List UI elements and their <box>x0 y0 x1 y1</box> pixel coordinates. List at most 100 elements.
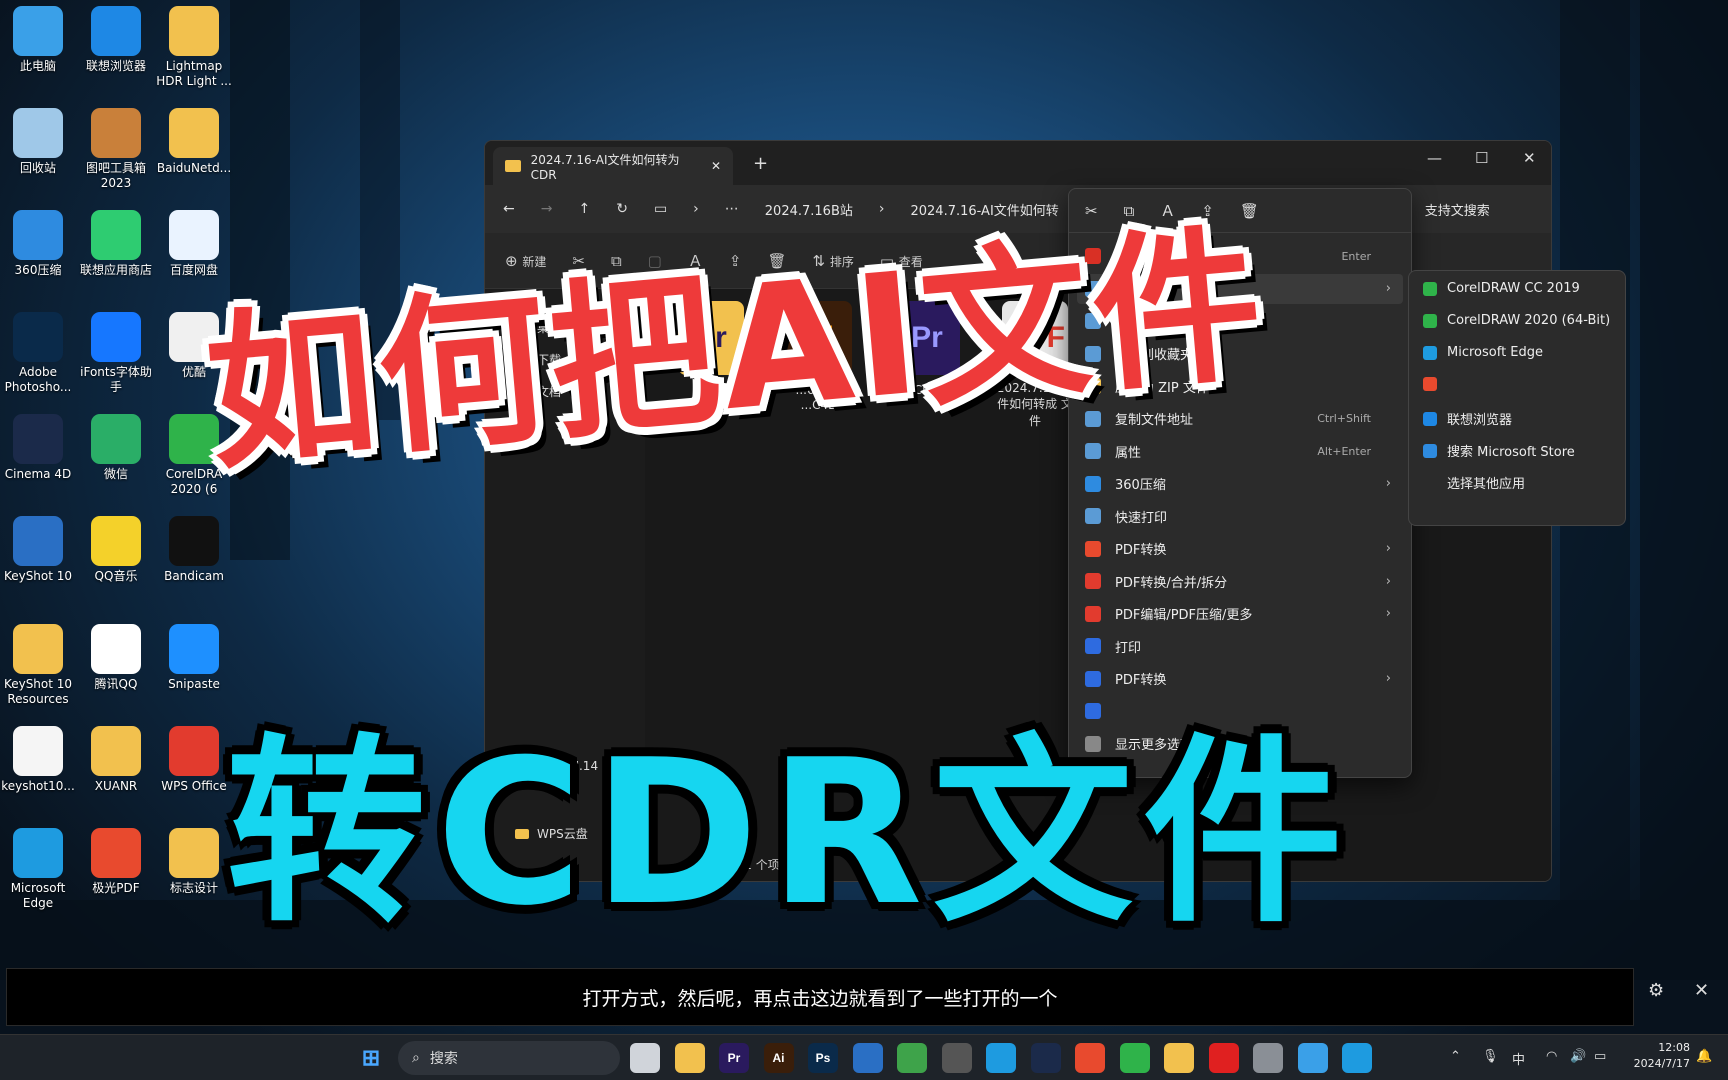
settings-icon[interactable] <box>1253 1043 1283 1073</box>
unity-icon[interactable] <box>941 1043 972 1073</box>
up-icon[interactable]: ↑ <box>578 201 590 217</box>
back-icon[interactable]: ← <box>503 201 515 217</box>
desktop-icon[interactable]: 腾讯QQ <box>78 624 154 692</box>
close-icon[interactable]: ✕ <box>1694 980 1709 1001</box>
desktop-icon[interactable]: 联想浏览器 <box>78 6 154 74</box>
lenovo-browser-icon[interactable] <box>897 1043 927 1073</box>
battery-icon[interactable]: ▭ <box>1594 1049 1606 1064</box>
photoshop-icon[interactable]: Ps <box>808 1043 838 1073</box>
tab-title: 2024.7.16-AI文件如何转为CDR <box>530 152 680 182</box>
open-with-app[interactable]: CorelDRAW CC 2019 <box>1423 281 1580 296</box>
chevron-right-icon: › <box>1385 671 1391 686</box>
windows-icon[interactable] <box>1075 1043 1105 1073</box>
desktop-icon[interactable]: 回收站 <box>0 108 76 176</box>
refresh-icon[interactable]: ↻ <box>616 201 628 217</box>
minimize-button[interactable]: — <box>1427 149 1442 167</box>
desktop-icon[interactable]: BaiduNetd... <box>156 108 232 176</box>
360-icon[interactable] <box>1164 1043 1194 1073</box>
explorer-tab[interactable]: 2024.7.16-AI文件如何转为CDR ✕ <box>493 147 733 185</box>
computer-icon <box>13 6 63 56</box>
folder-icon <box>91 726 141 776</box>
open-with-app[interactable]: Microsoft Edge <box>1423 345 1543 360</box>
taskbar-search[interactable]: ⌕ 搜索 <box>398 1041 620 1075</box>
open-with-app-label: 搜索 Microsoft Store <box>1447 445 1575 460</box>
cinema4d-icon[interactable] <box>1030 1043 1061 1073</box>
desktop-icon[interactable]: WPS Office <box>156 726 232 794</box>
files-icon[interactable] <box>630 1043 660 1073</box>
context-menu-item[interactable]: 360压缩 › <box>1077 469 1403 499</box>
wifi-icon[interactable]: ◠ <box>1546 1049 1557 1064</box>
context-menu-item[interactable]: 属性 Alt+Enter <box>1077 436 1403 466</box>
ifonts-icon <box>91 312 141 362</box>
open-with-app[interactable] <box>1423 377 1447 391</box>
desktop-icon-label: 极光PDF <box>92 881 140 895</box>
context-menu-item[interactable]: PDF转换/合并/拆分 › <box>1077 566 1403 596</box>
desktop-icon[interactable]: 标志设计 <box>156 828 232 896</box>
open-with-app[interactable]: 联想浏览器 <box>1423 409 1512 428</box>
desktop-icon[interactable]: 此电脑 <box>0 6 76 74</box>
desktop-icon-label: WPS Office <box>161 779 227 793</box>
toolbox-icon <box>91 108 141 158</box>
open-with-app[interactable]: 搜索 Microsoft Store <box>1423 441 1575 460</box>
microphone-icon[interactable]: 🎙 <box>1482 1049 1499 1064</box>
properties-icon <box>1085 443 1101 459</box>
context-menu-label: PDF编辑/PDF压缩/更多 <box>1115 608 1253 623</box>
clock[interactable]: 12:08 2024/7/17 <box>1634 1040 1690 1072</box>
monitor-icon[interactable]: ▭ <box>654 201 667 217</box>
desktop-icon[interactable]: iFonts字体助手 <box>78 312 154 395</box>
desktop-icon[interactable]: QQ音乐 <box>78 516 154 584</box>
edge-icon[interactable] <box>1342 1043 1372 1073</box>
desktop-icon[interactable]: Adobe Photosho... <box>0 312 76 395</box>
keyshot-icon[interactable] <box>852 1043 883 1073</box>
desktop-icon-label: Snipaste <box>168 677 220 691</box>
desktop-icon-label: keyshot10... <box>1 779 75 793</box>
context-menu-item[interactable]: PDF转换 › <box>1077 534 1403 564</box>
close-tab-icon[interactable]: ✕ <box>711 159 721 173</box>
desktop-icon-label: Cinema 4D <box>4 467 72 481</box>
start-button[interactable]: ⊞ <box>356 1043 386 1073</box>
gear-icon[interactable]: ⚙ <box>1648 980 1664 1001</box>
search-input[interactable]: 支持文搜索 <box>1425 200 1490 219</box>
edge-icon[interactable] <box>986 1043 1016 1073</box>
ime-indicator[interactable]: 中 <box>1512 1049 1525 1068</box>
desktop-icon[interactable]: KeyShot 10 Resources <box>0 624 76 707</box>
desktop-icon[interactable]: Cinema 4D <box>0 414 76 482</box>
context-menu-item[interactable]: 打印 <box>1077 631 1403 661</box>
context-menu-item[interactable]: PDF编辑/PDF压缩/更多 › <box>1077 599 1403 629</box>
new-tab-button[interactable]: + <box>753 153 768 174</box>
record-icon[interactable] <box>1208 1043 1239 1073</box>
desktop-icon[interactable]: keyshot10... <box>0 726 76 794</box>
desktop-icon[interactable]: 图吧工具箱 2023 <box>78 108 154 191</box>
close-button[interactable]: ✕ <box>1523 149 1536 167</box>
desktop-icon[interactable]: 联想应用商店 <box>78 210 154 278</box>
desktop-icon[interactable]: 360压缩 <box>0 210 76 278</box>
chevron-up-icon[interactable]: ⌃ <box>1450 1049 1461 1064</box>
desktop-icon[interactable]: Lightmap HDR Light ... <box>156 6 232 89</box>
forward-icon[interactable]: → <box>541 201 553 217</box>
context-menu-label: 快速打印 <box>1115 510 1168 526</box>
notification-icon[interactable]: 🔔 <box>1696 1049 1712 1064</box>
app-icon <box>1423 411 1437 426</box>
open-with-app[interactable]: CorelDRAW 2020 (64-Bit) <box>1423 313 1610 328</box>
desktop-icon-label: Adobe Photosho... <box>4 365 72 394</box>
desktop-icon[interactable]: Bandicam <box>156 516 232 584</box>
desktop-icon[interactable]: Microsoft Edge <box>0 828 76 911</box>
desktop-icon[interactable]: XUANR <box>78 726 154 794</box>
monitor-icon[interactable] <box>1297 1043 1328 1073</box>
volume-icon[interactable]: 🔊 <box>1570 1049 1586 1064</box>
photoshop-icon <box>13 312 63 362</box>
open-with-app[interactable]: 选择其他应用 <box>1423 473 1525 492</box>
premiere-icon[interactable]: Pr <box>719 1043 749 1073</box>
desktop-icon[interactable]: Snipaste <box>156 624 232 692</box>
caption-bar: 打开方式，然后呢，再点击这边就看到了一些打开的一个 <box>6 968 1634 1026</box>
explorer-icon[interactable] <box>674 1043 705 1073</box>
context-menu-item[interactable]: 快速打印 <box>1077 501 1403 531</box>
desktop-icon[interactable]: 极光PDF <box>78 828 154 896</box>
zip360-icon <box>1085 475 1101 492</box>
illustrator-icon[interactable]: Ai <box>763 1043 794 1073</box>
coreldraw-icon[interactable] <box>1119 1043 1150 1073</box>
desktop-icon[interactable]: 微信 <box>78 414 154 482</box>
maximize-button[interactable]: ☐ <box>1475 149 1488 167</box>
desktop-icon[interactable]: KeyShot 10 <box>0 516 76 584</box>
open-with-app-label: CorelDRAW CC 2019 <box>1447 281 1580 296</box>
